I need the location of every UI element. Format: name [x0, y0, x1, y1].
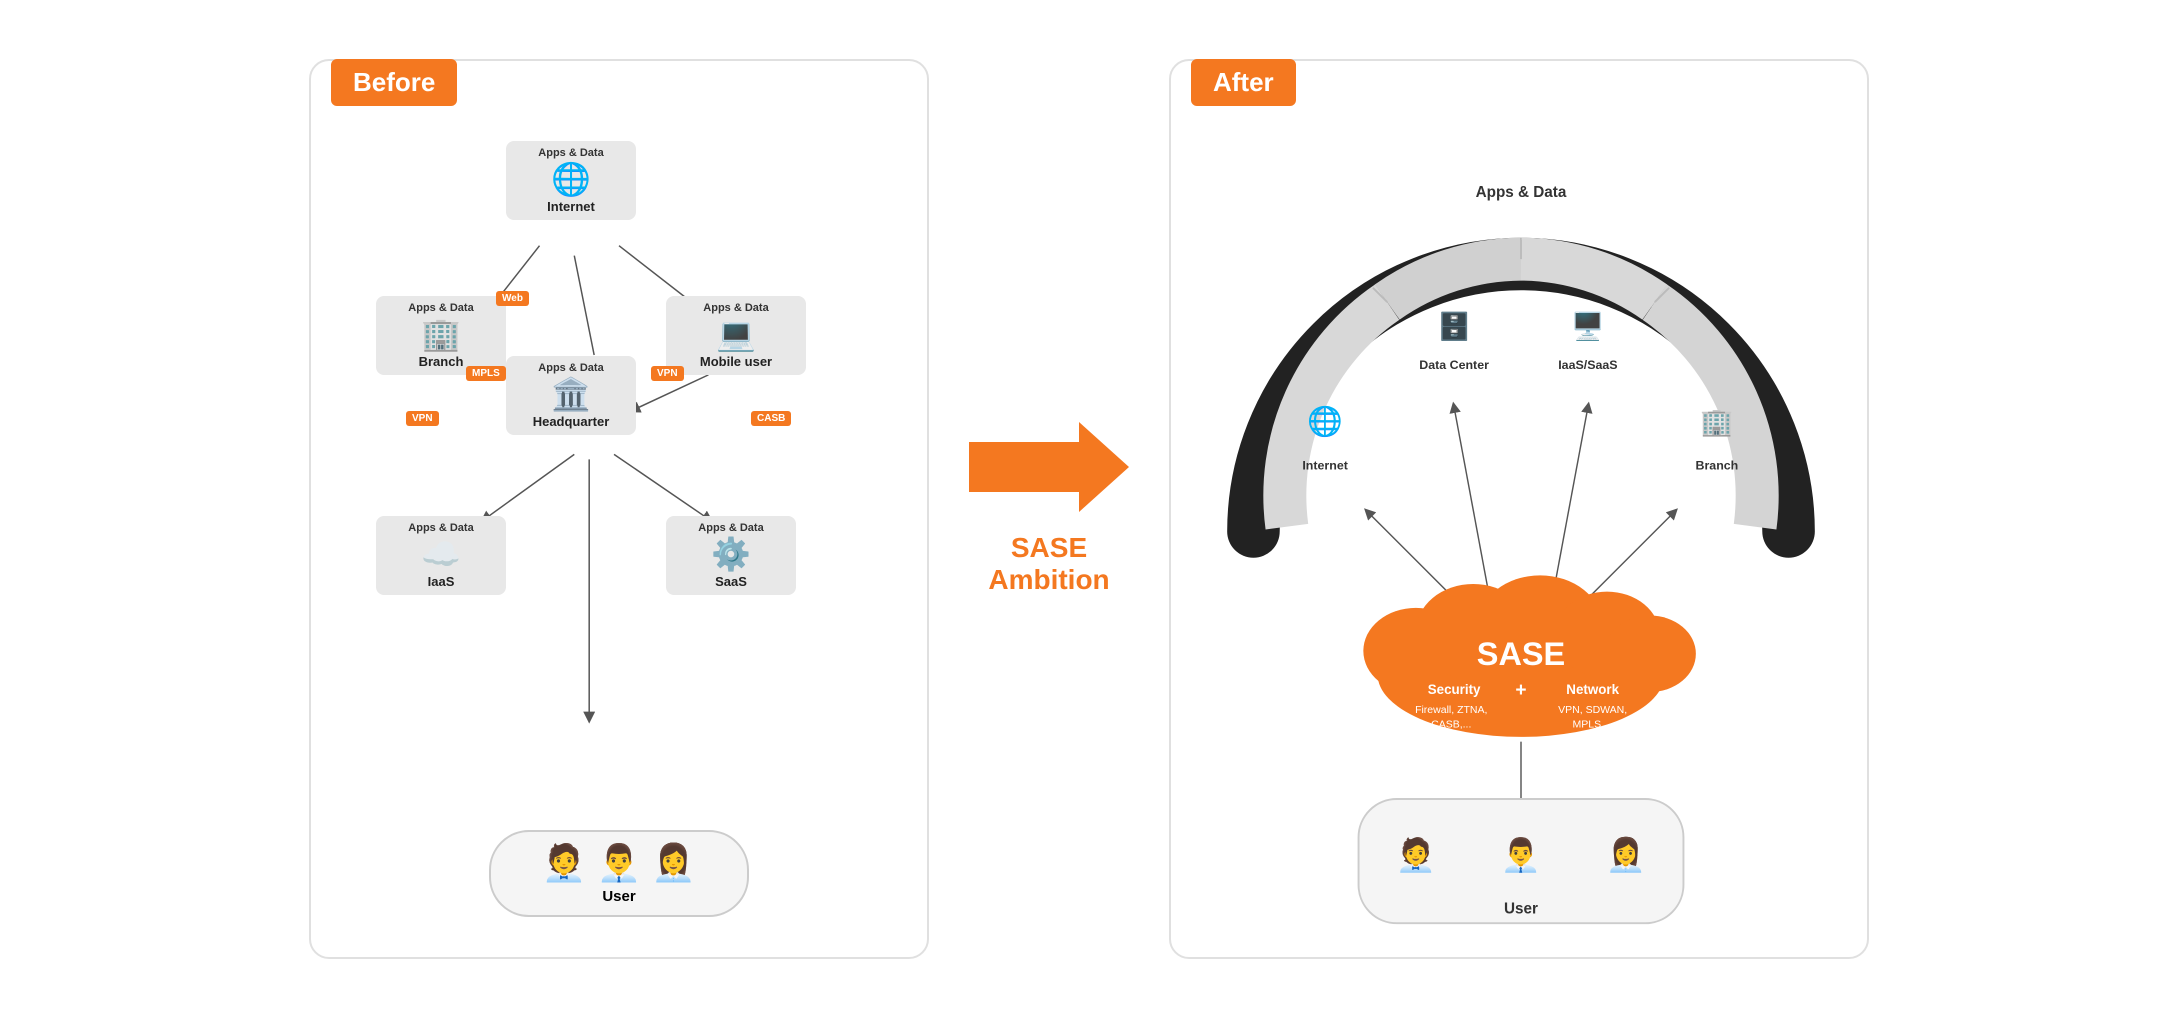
mobile-node-title: Mobile user: [676, 354, 796, 369]
after-diagram-svg: Apps & Data 🌐 Internet 🗄️ Data Center 🖥️…: [1191, 111, 1851, 971]
saas-icon: ⚙️: [676, 538, 786, 570]
svg-text:CASB,...: CASB,...: [1431, 718, 1471, 730]
before-user-label: User: [521, 888, 717, 905]
internet-icon: 🌐: [516, 163, 626, 195]
svg-text:Data Center: Data Center: [1419, 358, 1489, 372]
arrow-svg: [969, 422, 1129, 512]
branch-icon: 🏢: [386, 318, 496, 350]
figure-2: 👨‍💼: [597, 842, 642, 884]
svg-text:Branch: Branch: [1696, 458, 1739, 472]
before-user-box: 🧑‍💼 👨‍💼 👩‍💼 User: [489, 830, 749, 917]
iaas-node-title: IaaS: [386, 574, 496, 589]
hq-node-title: Headquarter: [516, 414, 626, 429]
svg-text:Network: Network: [1566, 682, 1619, 697]
svg-text:Security: Security: [1428, 682, 1481, 697]
svg-text:Firewall, ZTNA,: Firewall, ZTNA,: [1415, 704, 1487, 716]
svg-text:🌐: 🌐: [1307, 405, 1343, 438]
svg-text:MPLS,...: MPLS,...: [1573, 718, 1613, 730]
figure-1: 🧑‍💼: [542, 842, 587, 884]
user-figures: 🧑‍💼 👨‍💼 👩‍💼: [521, 842, 717, 884]
vpn1-tag: VPN: [406, 411, 439, 426]
svg-text:👨‍💼: 👨‍💼: [1501, 836, 1541, 874]
main-layout: Before Apps: [30, 59, 2148, 959]
svg-text:👩‍💼: 👩‍💼: [1606, 836, 1646, 874]
svg-text:🏢: 🏢: [1700, 407, 1733, 437]
internet-node-label: Apps & Data: [516, 147, 626, 159]
iaas-node-label: Apps & Data: [386, 522, 496, 534]
saas-node-title: SaaS: [676, 574, 786, 589]
figure-3: 👩‍💼: [651, 842, 696, 884]
mobile-icon: 💻: [676, 318, 796, 350]
mpls-tag: MPLS: [466, 366, 506, 381]
sase-ambition-text: SASEAmbition: [988, 532, 1109, 596]
branch-node-label: Apps & Data: [386, 302, 496, 314]
web-tag: Web: [496, 291, 529, 306]
saas-node: Apps & Data ⚙️ SaaS: [666, 516, 796, 595]
hq-node: Apps & Data 🏛️ Headquarter: [506, 356, 636, 435]
svg-text:IaaS/SaaS: IaaS/SaaS: [1558, 358, 1617, 372]
svg-text:🧑‍💼: 🧑‍💼: [1396, 835, 1436, 874]
svg-text:Internet: Internet: [1302, 458, 1348, 472]
svg-text:🖥️: 🖥️: [1571, 311, 1604, 342]
after-inner: Apps & Data 🌐 Internet 🗄️ Data Center 🖥️…: [1191, 81, 1847, 937]
svg-text:🗄️: 🗄️: [1437, 311, 1470, 342]
svg-text:+: +: [1515, 680, 1526, 701]
saas-node-label: Apps & Data: [676, 522, 786, 534]
svg-text:SASE: SASE: [1477, 636, 1565, 672]
before-badge: Before: [331, 59, 457, 106]
branch-node: Apps & Data 🏢 Branch: [376, 296, 506, 375]
svg-text:Apps & Data: Apps & Data: [1476, 184, 1567, 201]
casb-tag: CASB: [751, 411, 791, 426]
hq-icon: 🏛️: [516, 378, 626, 410]
iaas-icon: ☁️: [386, 538, 496, 570]
hq-node-label: Apps & Data: [516, 362, 626, 374]
after-panel: After Apps & Data: [1169, 59, 1869, 959]
internet-node: Apps & Data 🌐 Internet: [506, 141, 636, 220]
mobile-node: Apps & Data 💻 Mobile user: [666, 296, 806, 375]
iaas-node: Apps & Data ☁️ IaaS: [376, 516, 506, 595]
arrow-section: SASEAmbition: [969, 422, 1129, 596]
svg-text:VPN, SDWAN,: VPN, SDWAN,: [1558, 704, 1627, 716]
internet-node-title: Internet: [516, 199, 626, 214]
mobile-node-label: Apps & Data: [676, 302, 796, 314]
vpn2-tag: VPN: [651, 366, 684, 381]
svg-text:User: User: [1504, 901, 1538, 918]
before-panel: Before Apps: [309, 59, 929, 959]
